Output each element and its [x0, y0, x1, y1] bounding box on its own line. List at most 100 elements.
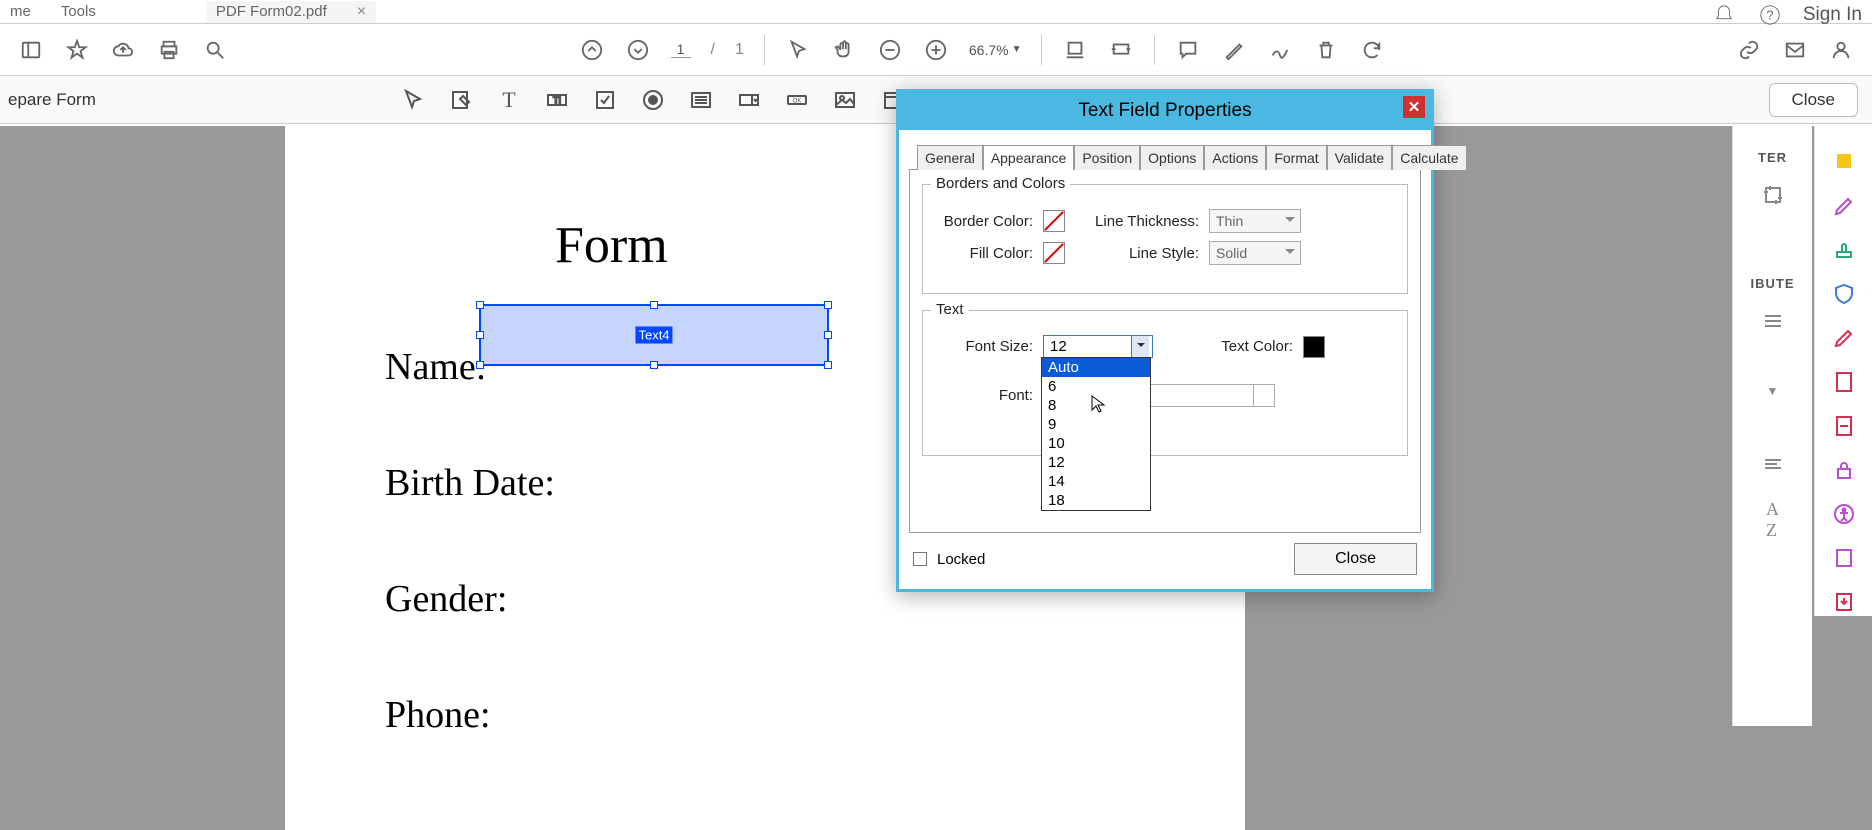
comment-icon[interactable]: [1175, 37, 1201, 63]
tab-options[interactable]: Options: [1140, 145, 1204, 170]
zoom-select[interactable]: 66.7% ▼: [969, 42, 1022, 58]
side-align-icon[interactable]: [1761, 454, 1785, 481]
image-tool-icon[interactable]: [832, 87, 858, 113]
search-icon[interactable]: [202, 37, 228, 63]
page-total: 1: [735, 41, 744, 59]
font-size-select[interactable]: 12: [1043, 335, 1153, 358]
font-size-label: Font Size:: [937, 338, 1033, 355]
ri-pdf-icon[interactable]: [1830, 368, 1858, 396]
side-sort-icon[interactable]: AZ: [1766, 499, 1779, 541]
svg-text:?: ?: [1766, 8, 1773, 23]
link-icon[interactable]: [1736, 37, 1762, 63]
list-tool-icon[interactable]: [688, 87, 714, 113]
dialog-close-button[interactable]: ✕: [1403, 96, 1425, 118]
ri-lock-icon[interactable]: [1830, 456, 1858, 484]
fit-width-icon[interactable]: [1062, 37, 1088, 63]
tab-actions[interactable]: Actions: [1204, 145, 1266, 170]
line-thickness-label: Line Thickness:: [1089, 213, 1199, 230]
profile-icon[interactable]: [1828, 37, 1854, 63]
refresh-icon[interactable]: [1359, 37, 1385, 63]
hand-icon[interactable]: [831, 37, 857, 63]
signin-link[interactable]: Sign In: [1803, 4, 1862, 26]
size-option-14[interactable]: 14: [1042, 472, 1150, 491]
ri-pen-icon[interactable]: [1830, 324, 1858, 352]
border-color-swatch[interactable]: [1043, 210, 1065, 232]
tab-title: PDF Form02.pdf: [216, 3, 327, 20]
zoom-out-icon[interactable]: [877, 37, 903, 63]
select-tool-icon[interactable]: [400, 87, 426, 113]
zoom-in-icon[interactable]: [923, 37, 949, 63]
textfield-tool-icon[interactable]: T|: [544, 87, 570, 113]
page-down-icon[interactable]: [625, 37, 651, 63]
mail-icon[interactable]: [1782, 37, 1808, 63]
prepare-form-label: epare Form: [8, 90, 96, 110]
ri-note-icon[interactable]: [1830, 148, 1858, 176]
dialog-close-btn[interactable]: Close: [1294, 543, 1417, 575]
size-option-18[interactable]: 18: [1042, 491, 1150, 510]
font-size-dropdown[interactable]: Auto68910121418: [1041, 357, 1151, 511]
line-thickness-select[interactable]: Thin: [1209, 209, 1301, 233]
tab-position[interactable]: Position: [1074, 145, 1140, 170]
checkbox-tool-icon[interactable]: [592, 87, 618, 113]
size-option-Auto[interactable]: Auto: [1042, 358, 1150, 377]
side-crop-icon[interactable]: [1761, 183, 1785, 210]
locked-checkbox[interactable]: [913, 552, 927, 566]
star-icon[interactable]: [64, 37, 90, 63]
tab-format[interactable]: Format: [1266, 145, 1326, 170]
size-option-6[interactable]: 6: [1042, 377, 1150, 396]
menu-tools[interactable]: Tools: [61, 3, 96, 20]
delete-icon[interactable]: [1313, 37, 1339, 63]
line-style-label: Line Style:: [1089, 245, 1199, 262]
dropdown-tool-icon[interactable]: [736, 87, 762, 113]
ri-accessibility-icon[interactable]: [1830, 500, 1858, 528]
tab-appearance[interactable]: Appearance: [983, 145, 1075, 170]
size-option-12[interactable]: 12: [1042, 453, 1150, 472]
field-name-tag: Text4: [635, 327, 672, 344]
ri-pencil-icon[interactable]: [1830, 192, 1858, 220]
text-tool-icon[interactable]: T: [496, 87, 522, 113]
tab-general[interactable]: General: [917, 145, 983, 170]
locked-label: Locked: [937, 551, 985, 568]
help-icon[interactable]: ?: [1757, 2, 1783, 28]
sign-icon[interactable]: [1267, 37, 1293, 63]
sidebar-toggle-icon[interactable]: [18, 37, 44, 63]
text-color-swatch[interactable]: [1303, 336, 1325, 358]
document-tab[interactable]: PDF Form02.pdf ×: [206, 1, 376, 23]
ri-stamp-icon[interactable]: [1830, 236, 1858, 264]
fill-color-swatch[interactable]: [1043, 242, 1065, 264]
side-distribute-icon[interactable]: [1761, 309, 1785, 336]
size-option-8[interactable]: 8: [1042, 396, 1150, 415]
tab-calculate[interactable]: Calculate: [1392, 145, 1466, 170]
selected-text-field[interactable]: Text4: [479, 304, 829, 366]
page-up-icon[interactable]: [579, 37, 605, 63]
menu-home[interactable]: me: [10, 3, 31, 20]
print-icon[interactable]: [156, 37, 182, 63]
size-option-10[interactable]: 10: [1042, 434, 1150, 453]
side-more-icon[interactable]: ▼: [1767, 384, 1779, 398]
ri-doc-icon[interactable]: [1830, 412, 1858, 440]
radio-tool-icon[interactable]: [640, 87, 666, 113]
text-color-label: Text Color:: [1193, 338, 1293, 355]
line-style-select[interactable]: Solid: [1209, 241, 1301, 265]
size-option-9[interactable]: 9: [1042, 415, 1150, 434]
svg-text:OK: OK: [793, 98, 802, 104]
ri-export-icon[interactable]: [1830, 588, 1858, 616]
fill-color-label: Fill Color:: [937, 245, 1033, 262]
border-color-label: Border Color:: [937, 213, 1033, 230]
highlight-icon[interactable]: [1221, 37, 1247, 63]
close-tab-icon[interactable]: ×: [357, 3, 366, 21]
page-number-input[interactable]: 1: [671, 41, 691, 58]
dialog-titlebar[interactable]: Text Field Properties ✕: [899, 92, 1431, 130]
ri-form-icon[interactable]: [1830, 544, 1858, 572]
tab-validate[interactable]: Validate: [1327, 145, 1393, 170]
dialog-title: Text Field Properties: [1078, 100, 1251, 121]
button-tool-icon[interactable]: OK: [784, 87, 810, 113]
cloud-upload-icon[interactable]: [110, 37, 136, 63]
pointer-icon[interactable]: [785, 37, 811, 63]
ri-shield-icon[interactable]: [1830, 280, 1858, 308]
page-sep: /: [711, 41, 715, 59]
fit-page-icon[interactable]: [1108, 37, 1134, 63]
edit-tool-icon[interactable]: [448, 87, 474, 113]
close-formbar-button[interactable]: Close: [1769, 83, 1858, 117]
notification-icon[interactable]: [1711, 2, 1737, 28]
